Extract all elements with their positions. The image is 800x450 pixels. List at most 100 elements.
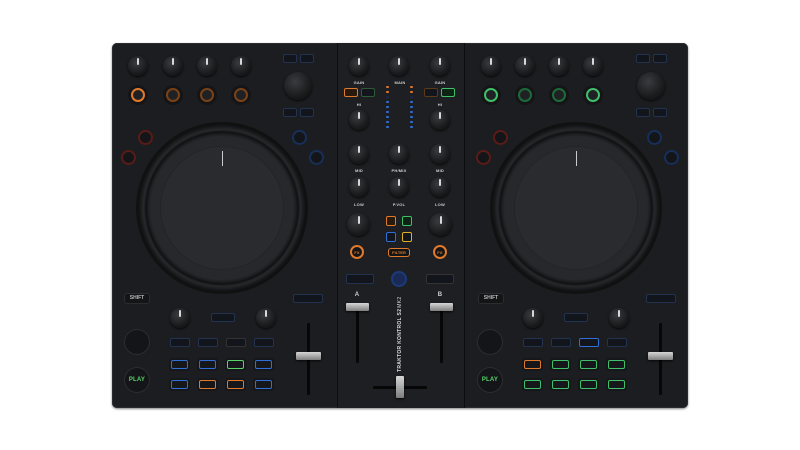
ch-a-hi-knob[interactable] <box>349 110 369 130</box>
deck-a-keylock-button[interactable] <box>121 150 136 165</box>
deck-b-loop-button[interactable] <box>564 313 588 322</box>
deck-b-sync-button[interactable] <box>646 294 676 303</box>
deck-b-pad-6[interactable] <box>550 378 571 391</box>
deck-b-fx-knob-4[interactable] <box>583 56 603 76</box>
deck-b-mode-button-1[interactable] <box>523 338 543 347</box>
deck-b-loop-move-knob[interactable] <box>609 308 629 328</box>
deck-a-flux-button[interactable] <box>138 130 153 145</box>
deck-a-sync-button[interactable] <box>293 294 323 303</box>
deck-b-pad-5[interactable] <box>522 378 543 391</box>
deck-a-loop-in-button[interactable] <box>292 130 307 145</box>
deck-a-pitch-fader[interactable] <box>296 352 321 360</box>
deck-b-cue-button[interactable] <box>477 329 503 355</box>
ch-b-headphone-cue-button[interactable] <box>426 274 454 284</box>
deck-a-shift-button[interactable]: SHIFT <box>124 293 150 304</box>
deck-b-fx-on-button-1[interactable] <box>481 85 501 105</box>
deck-a-pad-4[interactable] <box>253 358 274 371</box>
ch-a-fx-button[interactable]: FX <box>350 245 364 259</box>
deck-b-fx-on-button-3[interactable] <box>549 85 569 105</box>
deck-b-mode-button-3[interactable] <box>579 338 599 347</box>
deck-a-pad-1[interactable] <box>169 358 190 371</box>
ch-b-load-button[interactable] <box>441 88 455 97</box>
deck-a-fx-knob-3[interactable] <box>197 56 217 76</box>
deck-a-fx-on-button-2[interactable] <box>163 85 183 105</box>
deck-b-fx-on-button-2[interactable] <box>515 85 535 105</box>
deck-b-loop-in-button[interactable] <box>647 130 662 145</box>
ch-b-fx-button[interactable]: FX <box>433 245 447 259</box>
deck-b-fx-on-button-4[interactable] <box>583 85 603 105</box>
deck-a-jog-wheel[interactable] <box>138 124 306 292</box>
ch-a-gain-knob[interactable] <box>349 56 369 76</box>
deck-b-pad-3[interactable] <box>578 358 599 371</box>
deck-a-fx-button[interactable] <box>283 54 297 63</box>
ch-b-fader[interactable] <box>430 303 453 311</box>
deck-a-fx-on-button-4[interactable] <box>231 85 251 105</box>
deck-b-loop-out-button[interactable] <box>664 150 679 165</box>
deck-b-fx-knob-3[interactable] <box>549 56 569 76</box>
deck-a-pad-2[interactable] <box>197 358 218 371</box>
ch-b-gain-knob[interactable] <box>430 56 450 76</box>
ch-a-assign-button[interactable] <box>361 88 375 97</box>
ch-a-load-button[interactable] <box>344 88 358 97</box>
deck-a-mode-button-1[interactable] <box>170 338 190 347</box>
deck-b-play-button[interactable]: PLAY <box>477 367 503 393</box>
deck-a-play-button[interactable]: PLAY <box>124 367 150 393</box>
ch-a-filter-knob[interactable] <box>347 213 370 236</box>
ch-a-mid-knob[interactable] <box>349 144 369 164</box>
deck-a-mode-button-2[interactable] <box>198 338 218 347</box>
fx-assign-b2[interactable] <box>402 232 412 242</box>
deck-b-flux-button[interactable] <box>493 130 508 145</box>
deck-b-pad-7[interactable] <box>578 378 599 391</box>
deck-a-view-button[interactable] <box>300 108 314 117</box>
deck-b-pad-2[interactable] <box>550 358 571 371</box>
deck-a-on-button[interactable] <box>300 54 314 63</box>
filter-button[interactable]: FILTER <box>388 248 410 257</box>
ch-a-low-knob[interactable] <box>349 177 369 197</box>
deck-a-loop-move-knob[interactable] <box>256 308 276 328</box>
deck-a-pad-3[interactable] <box>225 358 246 371</box>
deck-a-loop-out-button[interactable] <box>309 150 324 165</box>
deck-b-view-button[interactable] <box>653 108 667 117</box>
deck-a-pad-5[interactable] <box>169 378 190 391</box>
fx-assign-a2[interactable] <box>386 232 396 242</box>
deck-a-pad-6[interactable] <box>197 378 218 391</box>
deck-a-loop-size-knob[interactable] <box>170 308 190 328</box>
deck-b-loop-size-knob[interactable] <box>523 308 543 328</box>
deck-b-mode-button-2[interactable] <box>551 338 571 347</box>
deck-b-fx-button[interactable] <box>636 54 650 63</box>
deck-b-on-button[interactable] <box>653 54 667 63</box>
mixer-center-button[interactable] <box>391 271 407 287</box>
deck-a-pad-8[interactable] <box>253 378 274 391</box>
deck-b-browse-encoder[interactable] <box>637 72 665 100</box>
deck-b-fx-knob-1[interactable] <box>481 56 501 76</box>
deck-a-cue-button[interactable] <box>124 329 150 355</box>
ch-b-hi-knob[interactable] <box>430 110 450 130</box>
ch-b-assign-button[interactable] <box>424 88 438 97</box>
ch-a-headphone-cue-button[interactable] <box>346 274 374 284</box>
deck-b-mode-button-4[interactable] <box>607 338 627 347</box>
phones-mix-knob[interactable] <box>389 144 409 164</box>
ch-a-fader[interactable] <box>346 303 369 311</box>
deck-a-mode-button-4[interactable] <box>254 338 274 347</box>
deck-b-pitch-fader[interactable] <box>648 352 673 360</box>
deck-a-fx-on-button-3[interactable] <box>197 85 217 105</box>
deck-a-mode-button-3[interactable] <box>226 338 246 347</box>
fx-assign-a1[interactable] <box>386 216 396 226</box>
ch-b-low-knob[interactable] <box>430 177 450 197</box>
deck-a-browse-encoder[interactable] <box>284 72 312 100</box>
deck-b-pad-1[interactable] <box>522 358 543 371</box>
crossfader[interactable] <box>396 376 404 398</box>
deck-a-load-button[interactable] <box>283 108 297 117</box>
fx-assign-b1[interactable] <box>402 216 412 226</box>
deck-b-keylock-button[interactable] <box>476 150 491 165</box>
phones-volume-knob[interactable] <box>389 177 409 197</box>
deck-b-pad-8[interactable] <box>606 378 627 391</box>
deck-a-pad-7[interactable] <box>225 378 246 391</box>
deck-b-jog-wheel[interactable] <box>492 124 660 292</box>
deck-b-load-button[interactable] <box>636 108 650 117</box>
deck-a-fx-knob-4[interactable] <box>231 56 251 76</box>
ch-b-mid-knob[interactable] <box>430 144 450 164</box>
deck-a-fx-knob-2[interactable] <box>163 56 183 76</box>
ch-b-filter-knob[interactable] <box>429 213 452 236</box>
main-volume-knob[interactable] <box>389 56 409 76</box>
